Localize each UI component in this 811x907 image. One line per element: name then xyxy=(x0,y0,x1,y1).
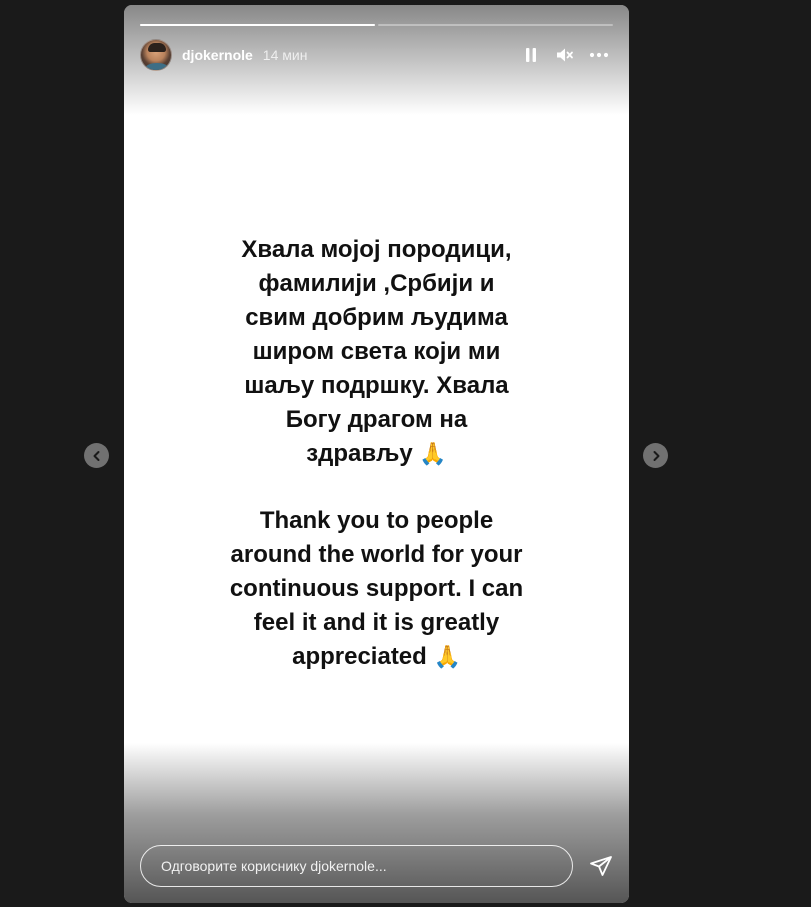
text-line: appreciated 🙏 xyxy=(124,640,629,674)
text-fragment: здрављу xyxy=(306,440,413,467)
previous-story-button[interactable] xyxy=(84,443,109,468)
send-button[interactable] xyxy=(573,845,613,887)
story-header: djokernole 14 мин xyxy=(140,39,613,71)
story-card[interactable]: djokernole 14 мин Хвала мојој породици, … xyxy=(124,5,629,903)
text-line: Хвала мојој породици, xyxy=(241,236,512,263)
pause-icon xyxy=(526,48,536,62)
mute-button[interactable] xyxy=(551,41,579,69)
post-time: 14 мин xyxy=(262,47,308,63)
volume-muted-icon xyxy=(557,48,573,62)
progress-segment xyxy=(378,24,613,26)
praying-hands-emoji: 🙏 xyxy=(433,644,461,669)
story-progress xyxy=(140,24,613,26)
more-options-button[interactable] xyxy=(585,41,613,69)
chevron-right-icon xyxy=(653,450,659,461)
text-line: свим добрим људима xyxy=(245,304,508,331)
username-link[interactable]: djokernole xyxy=(182,47,253,63)
text-line: здрављу 🙏 xyxy=(124,437,629,471)
next-story-button[interactable] xyxy=(643,443,668,468)
text-line: фамилији ,Србији и xyxy=(258,270,495,297)
text-line: Богу драгом на xyxy=(285,406,468,433)
reply-bar xyxy=(140,845,613,887)
serbian-message: Хвала мојој породици, фамилији ,Србији и… xyxy=(124,233,629,471)
story-viewer: djokernole 14 мин Хвала мојој породици, … xyxy=(0,0,811,907)
send-icon xyxy=(590,856,612,876)
praying-hands-emoji: 🙏 xyxy=(419,441,447,466)
progress-segment xyxy=(140,24,375,26)
pause-button[interactable] xyxy=(517,41,545,69)
reply-input[interactable] xyxy=(140,845,573,887)
text-line: шаљу подршку. Хвала xyxy=(244,372,509,399)
story-text: Хвала мојој породици, фамилији ,Србији и… xyxy=(124,233,629,674)
english-message: Thank you to people around the world for… xyxy=(124,504,629,674)
more-options-icon xyxy=(589,52,609,58)
text-fragment: appreciated xyxy=(292,643,427,670)
text-line: Thank you to people xyxy=(259,507,494,534)
text-line: continuous support. I can xyxy=(229,575,524,602)
text-line: around the world for your xyxy=(230,541,523,568)
progress-fill xyxy=(140,24,375,26)
text-line: feel it and it is greatly xyxy=(253,609,500,636)
avatar[interactable] xyxy=(140,39,172,71)
text-line: широм света који ми xyxy=(252,338,501,365)
chevron-left-icon xyxy=(93,450,99,461)
